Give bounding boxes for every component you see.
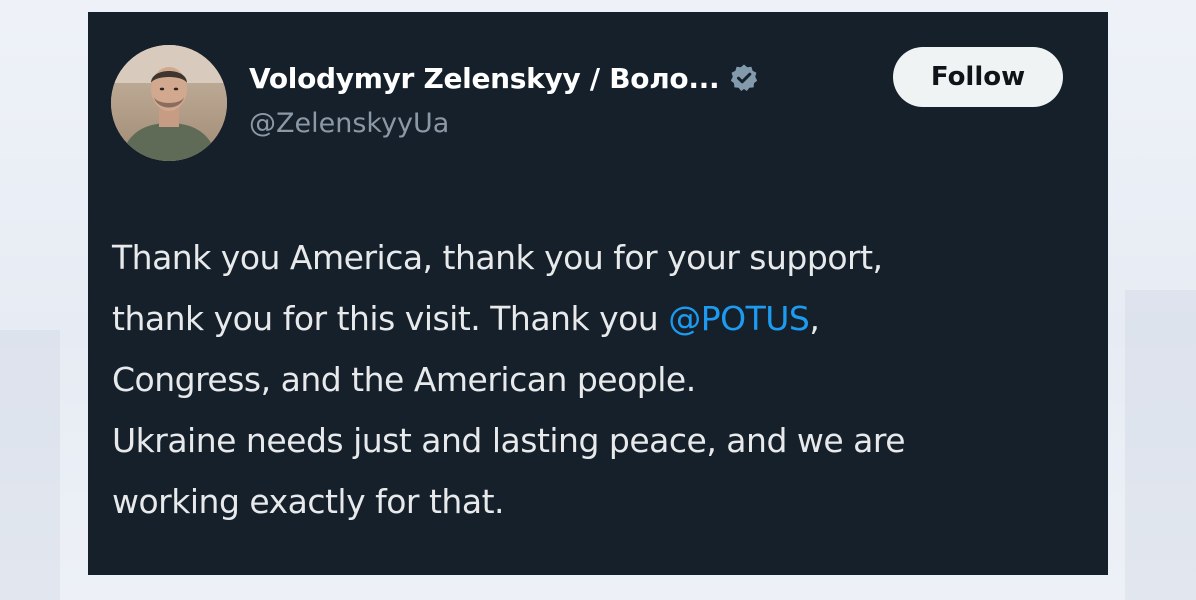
background-building bbox=[0, 330, 60, 600]
tweet-text-line: working exactly for that. bbox=[112, 482, 505, 521]
tweet-text-segment: , bbox=[809, 299, 820, 338]
tweet-card: Volodymyr Zelenskyy / Воло... @Zelenskyy… bbox=[88, 12, 1108, 575]
tweet-text-line: Thank you America, thank you for your su… bbox=[112, 238, 883, 277]
follow-button[interactable]: Follow bbox=[893, 47, 1063, 107]
tweet-text-line: Congress, and the American people. bbox=[112, 360, 696, 399]
author-handle[interactable]: @ZelenskyyUa bbox=[249, 108, 449, 139]
verified-badge-icon bbox=[729, 63, 759, 93]
tweet-text-segment: thank you for this visit. Thank you bbox=[112, 299, 669, 338]
author-name-row: Volodymyr Zelenskyy / Воло... bbox=[249, 58, 759, 98]
tweet-text: Thank you America, thank you for your su… bbox=[112, 227, 1092, 532]
tweet-text-line: Ukraine needs just and lasting peace, an… bbox=[112, 421, 906, 460]
background-building bbox=[1125, 290, 1196, 600]
author-display-name[interactable]: Volodymyr Zelenskyy / Воло... bbox=[249, 62, 720, 95]
avatar[interactable] bbox=[111, 45, 227, 161]
tweet-text-line: thank you for this visit. Thank you @POT… bbox=[112, 288, 1092, 349]
mention-link[interactable]: @POTUS bbox=[668, 299, 810, 338]
